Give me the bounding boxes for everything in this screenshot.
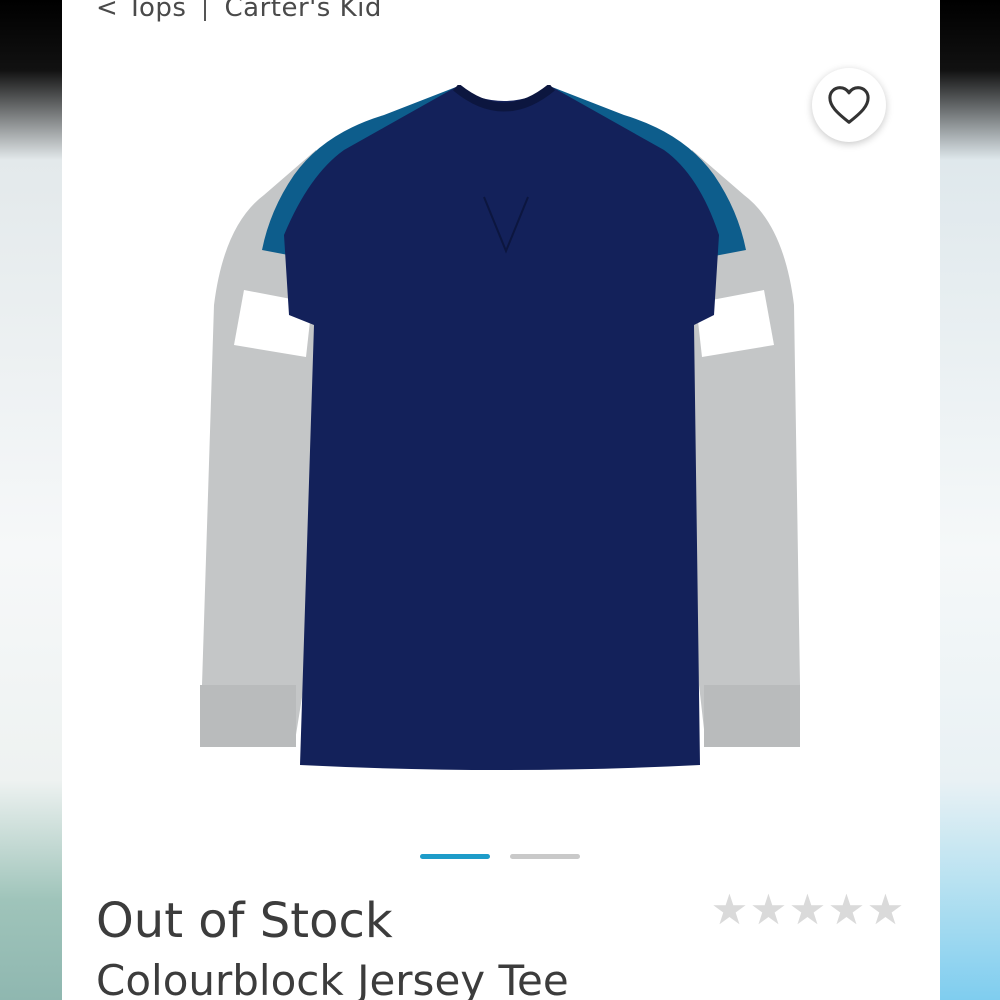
- product-card: < Tops Carter's Kid Out of Stock ★ ★ ★ ★…: [62, 0, 940, 1000]
- star-icon: ★: [866, 885, 905, 934]
- breadcrumb-separator: [204, 0, 207, 21]
- background-left: [0, 0, 62, 1000]
- heart-icon: [828, 86, 870, 124]
- star-icon: ★: [710, 885, 749, 934]
- favorite-button[interactable]: [812, 68, 886, 142]
- breadcrumb-back-link[interactable]: < Tops: [96, 0, 186, 23]
- carousel-dot-1[interactable]: [420, 854, 490, 859]
- shirt-body: [284, 87, 719, 770]
- star-icon: ★: [749, 885, 788, 934]
- product-image[interactable]: [194, 85, 814, 775]
- breadcrumb: < Tops Carter's Kid: [96, 0, 382, 28]
- background-right: [940, 0, 1000, 1000]
- star-icon: ★: [788, 885, 827, 934]
- carousel-indicator: [420, 854, 580, 859]
- product-name: Colourblock Jersey Tee: [96, 956, 569, 1000]
- star-icon: ★: [827, 885, 866, 934]
- rating-stars[interactable]: ★ ★ ★ ★ ★: [710, 888, 905, 932]
- carousel-dot-2[interactable]: [510, 854, 580, 859]
- stock-status: Out of Stock: [96, 893, 393, 949]
- breadcrumb-brand-link[interactable]: Carter's Kid: [224, 0, 381, 23]
